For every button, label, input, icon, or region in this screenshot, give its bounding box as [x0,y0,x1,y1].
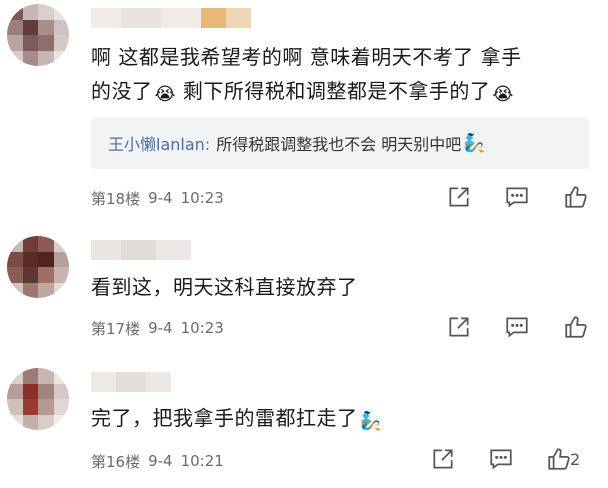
share-icon [433,449,453,469]
comment-button[interactable] [488,446,518,476]
comment-text-line: 的没了 😭 剩下所得税和调整都是不拿手的了 😭 [91,74,588,112]
username-blurred[interactable] [91,8,251,28]
reply-username[interactable]: 王小懒lanlan: [108,131,210,155]
comment-time: 10:23 [180,189,224,207]
share-icon [449,187,469,207]
comment-time: 10:21 [180,452,224,470]
crying-emoji-icon: 😭 [154,84,177,105]
like-button[interactable] [563,314,593,344]
share-button[interactable] [446,184,476,214]
username-blurred[interactable] [91,240,191,260]
emoji-icon: 🧞 [359,411,383,432]
like-count: 2 [570,450,581,469]
share-icon [449,317,469,337]
avatar[interactable] [7,368,69,430]
comment-text-line: 啊 这都是我希望考的啊 意味着明天不考了 拿手 [91,45,522,69]
comment-text: 完了，把我拿手的雷都扛走了 🧞 [91,401,588,439]
comment-date: 9-4 [148,319,173,337]
comment-icon [490,449,512,470]
reply-preview[interactable]: 王小懒lanlan: 所得税跟调整我也不会 明天别中吧 🧞 [91,117,589,169]
comment-item: 啊 这都是我希望考的啊 意味着明天不考了 拿手 的没了 😭 剩下所得税和调整都是不… [0,0,608,215]
comment-meta: 第17楼 9-4 10:23 [91,316,224,340]
comment-icon [506,317,528,338]
avatar[interactable] [7,236,69,298]
comment-text-line: 完了，把我拿手的雷都扛走了 🧞 [91,401,588,439]
avatar[interactable] [7,4,69,66]
comment-text: 看到这，明天这科直接放弃了 [91,270,588,304]
thumbs-up-icon [565,316,587,338]
comment-button[interactable] [504,184,534,214]
reply-text: 所得税跟调整我也不会 明天别中吧 [216,135,462,154]
comment-actions [408,184,608,214]
share-button[interactable] [446,314,476,344]
comment-text: 啊 这都是我希望考的啊 意味着明天不考了 拿手 的没了 😭 剩下所得税和调整都是不… [91,40,588,112]
thumbs-up-icon [565,186,587,208]
floor-number: 第17楼 [91,319,141,338]
floor-number: 第16楼 [91,452,141,471]
crying-emoji-icon: 😭 [492,84,514,105]
comment-meta: 第16楼 9-4 10:21 [91,449,224,473]
comment-actions [408,314,608,344]
thumbs-up-icon [548,448,570,470]
comment-time: 10:23 [180,319,224,337]
comment-date: 9-4 [148,452,173,470]
like-button[interactable] [563,184,593,214]
comment-date: 9-4 [148,189,173,207]
comment-button[interactable] [504,314,534,344]
floor-number: 第18楼 [91,189,141,208]
comment-text-line: 看到这，明天这科直接放弃了 [91,275,358,299]
share-button[interactable] [430,446,460,476]
comment-meta: 第18楼 9-4 10:23 [91,186,224,210]
comment-icon [506,187,528,208]
username-blurred[interactable] [91,372,171,392]
emoji-icon: 🧞 [463,132,486,154]
